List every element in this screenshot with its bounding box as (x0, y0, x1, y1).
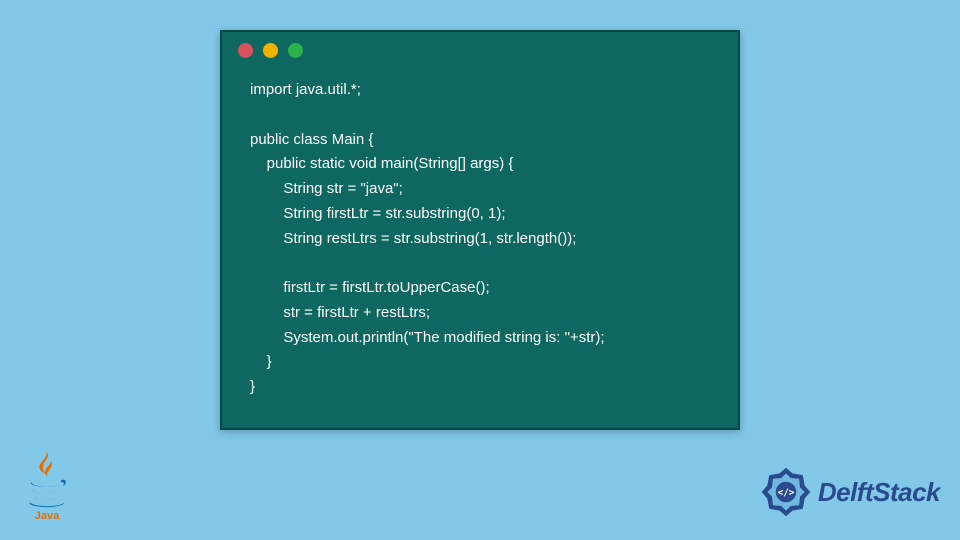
code-content: import java.util.*; public class Main { … (222, 68, 738, 428)
window-titlebar (222, 32, 738, 68)
java-logo-icon: Java (18, 447, 76, 526)
delftstack-brand-text: DelftStack (818, 477, 940, 508)
close-dot-icon (238, 43, 253, 58)
maximize-dot-icon (288, 43, 303, 58)
svg-text:</>: </> (777, 488, 794, 499)
minimize-dot-icon (263, 43, 278, 58)
code-window: import java.util.*; public class Main { … (220, 30, 740, 430)
delftstack-logo-icon: </> (758, 464, 814, 520)
java-logo-label: Java (35, 510, 61, 521)
delftstack-brand: </> DelftStack (758, 464, 940, 520)
